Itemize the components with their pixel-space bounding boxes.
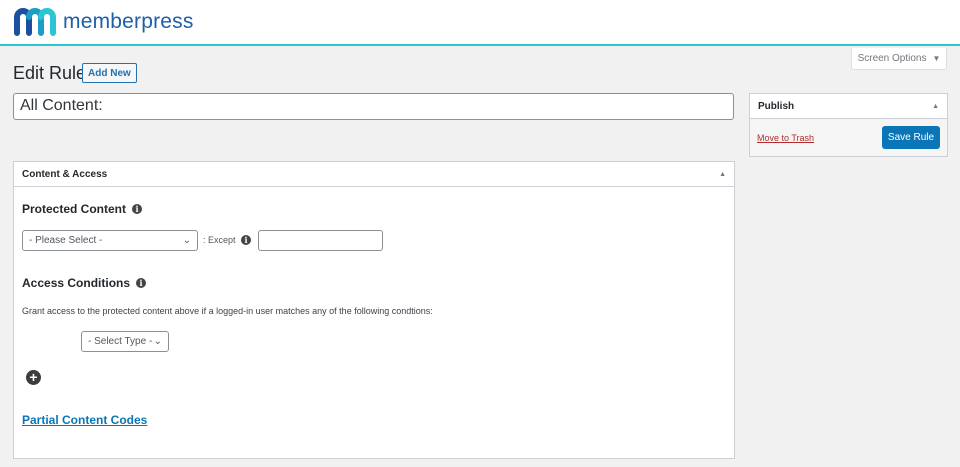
move-to-trash-link[interactable]: Move to Trash — [757, 133, 814, 143]
brand-name: memberpress — [63, 10, 194, 33]
grant-access-text: Grant access to the protected content ab… — [22, 306, 433, 316]
access-conditions-label: Access Conditions — [22, 276, 131, 290]
save-rule-button[interactable]: Save Rule — [882, 126, 940, 149]
content-access-box: Content & Access ▲ Protected Content i -… — [13, 161, 735, 459]
caret-down-icon: ▼ — [932, 54, 941, 63]
publish-actions: Move to Trash Save Rule — [750, 119, 947, 156]
collapse-arrow-icon[interactable]: ▲ — [719, 171, 726, 178]
top-bar: memberpress — [0, 0, 960, 46]
except-label: : Except — [203, 235, 236, 245]
memberpress-m-icon — [14, 8, 56, 36]
info-icon[interactable]: i — [132, 204, 143, 214]
select-type-dropdown[interactable]: - Select Type - ⌄ — [81, 331, 169, 352]
content-access-header[interactable]: Content & Access ▲ — [14, 162, 734, 187]
screen-options-button[interactable]: Screen Options ▼ — [851, 48, 947, 70]
publish-title: Publish — [758, 100, 795, 112]
memberpress-logo: memberpress — [13, 7, 194, 37]
protected-select-value: - Please Select - — [29, 235, 103, 246]
protected-content-heading: Protected Content i — [22, 202, 143, 216]
partial-content-codes-link[interactable]: Partial Content Codes — [22, 413, 147, 427]
add-condition-plus-icon[interactable]: + — [26, 370, 41, 385]
content-access-title: Content & Access — [22, 168, 108, 180]
publish-box: Publish ▲ Move to Trash Save Rule — [749, 93, 948, 157]
publish-header[interactable]: Publish ▲ — [750, 94, 947, 119]
screen-options-label: Screen Options — [857, 53, 927, 64]
access-conditions-heading: Access Conditions i — [22, 276, 147, 290]
except-input[interactable] — [258, 230, 383, 251]
add-new-button[interactable]: Add New — [82, 63, 137, 83]
chevron-down-icon: ⌄ — [153, 336, 162, 347]
info-icon[interactable]: i — [136, 278, 147, 288]
rule-title-input[interactable]: All Content: — [13, 93, 734, 120]
select-type-value: - Select Type - — [88, 336, 153, 347]
info-icon[interactable]: i — [241, 235, 251, 245]
chevron-down-icon: ⌄ — [182, 235, 191, 246]
collapse-arrow-icon[interactable]: ▲ — [932, 103, 939, 110]
page-title: Edit Rule — [13, 63, 87, 83]
protected-content-label: Protected Content — [22, 202, 127, 216]
protected-content-select[interactable]: - Please Select - ⌄ — [22, 230, 198, 251]
